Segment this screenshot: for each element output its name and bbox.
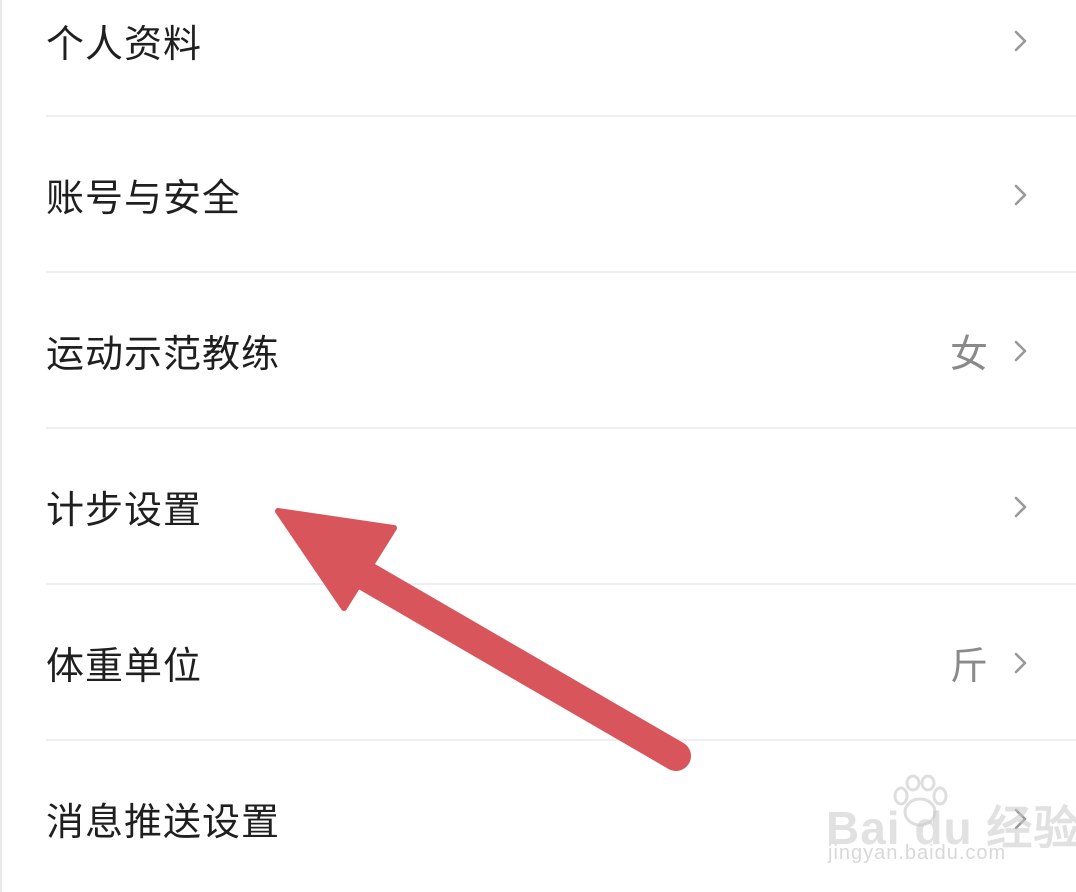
settings-item-label: 运动示范教练 — [46, 332, 281, 376]
divider — [46, 739, 1076, 741]
settings-item-label: 账号与安全 — [46, 176, 242, 220]
settings-item-step-settings[interactable]: 计步设置 — [0, 430, 1076, 586]
chevron-right-icon — [1014, 30, 1027, 52]
chevron-right-icon — [1014, 340, 1027, 362]
settings-item-label: 计步设置 — [46, 488, 203, 532]
settings-item-value: 女 — [949, 332, 988, 376]
settings-item-demo-coach[interactable]: 运动示范教练 女 — [0, 274, 1076, 430]
settings-item-label: 体重单位 — [46, 644, 203, 688]
chevron-right-icon — [1014, 808, 1027, 830]
chevron-right-icon — [1014, 496, 1027, 518]
chevron-right-icon — [1014, 652, 1027, 674]
settings-item-profile[interactable]: 个人资料 — [0, 0, 1076, 120]
settings-item-label: 消息推送设置 — [46, 800, 281, 844]
settings-screen: 个人资料 账号与安全 运动示范教练 女 计步设置 体重单位 斤 消息推送设置 B… — [0, 0, 1076, 892]
divider — [46, 115, 1076, 117]
divider — [46, 271, 1076, 273]
settings-list: 个人资料 账号与安全 运动示范教练 女 计步设置 体重单位 斤 消息推送设置 — [0, 0, 1076, 892]
divider — [46, 427, 1076, 429]
settings-item-push-notifications[interactable]: 消息推送设置 — [0, 742, 1076, 892]
settings-item-value: 斤 — [949, 644, 988, 688]
settings-item-account-security[interactable]: 账号与安全 — [0, 118, 1076, 274]
chevron-right-icon — [1014, 184, 1027, 206]
settings-item-weight-unit[interactable]: 体重单位 斤 — [0, 586, 1076, 742]
settings-item-label: 个人资料 — [46, 22, 203, 66]
divider — [46, 583, 1076, 585]
